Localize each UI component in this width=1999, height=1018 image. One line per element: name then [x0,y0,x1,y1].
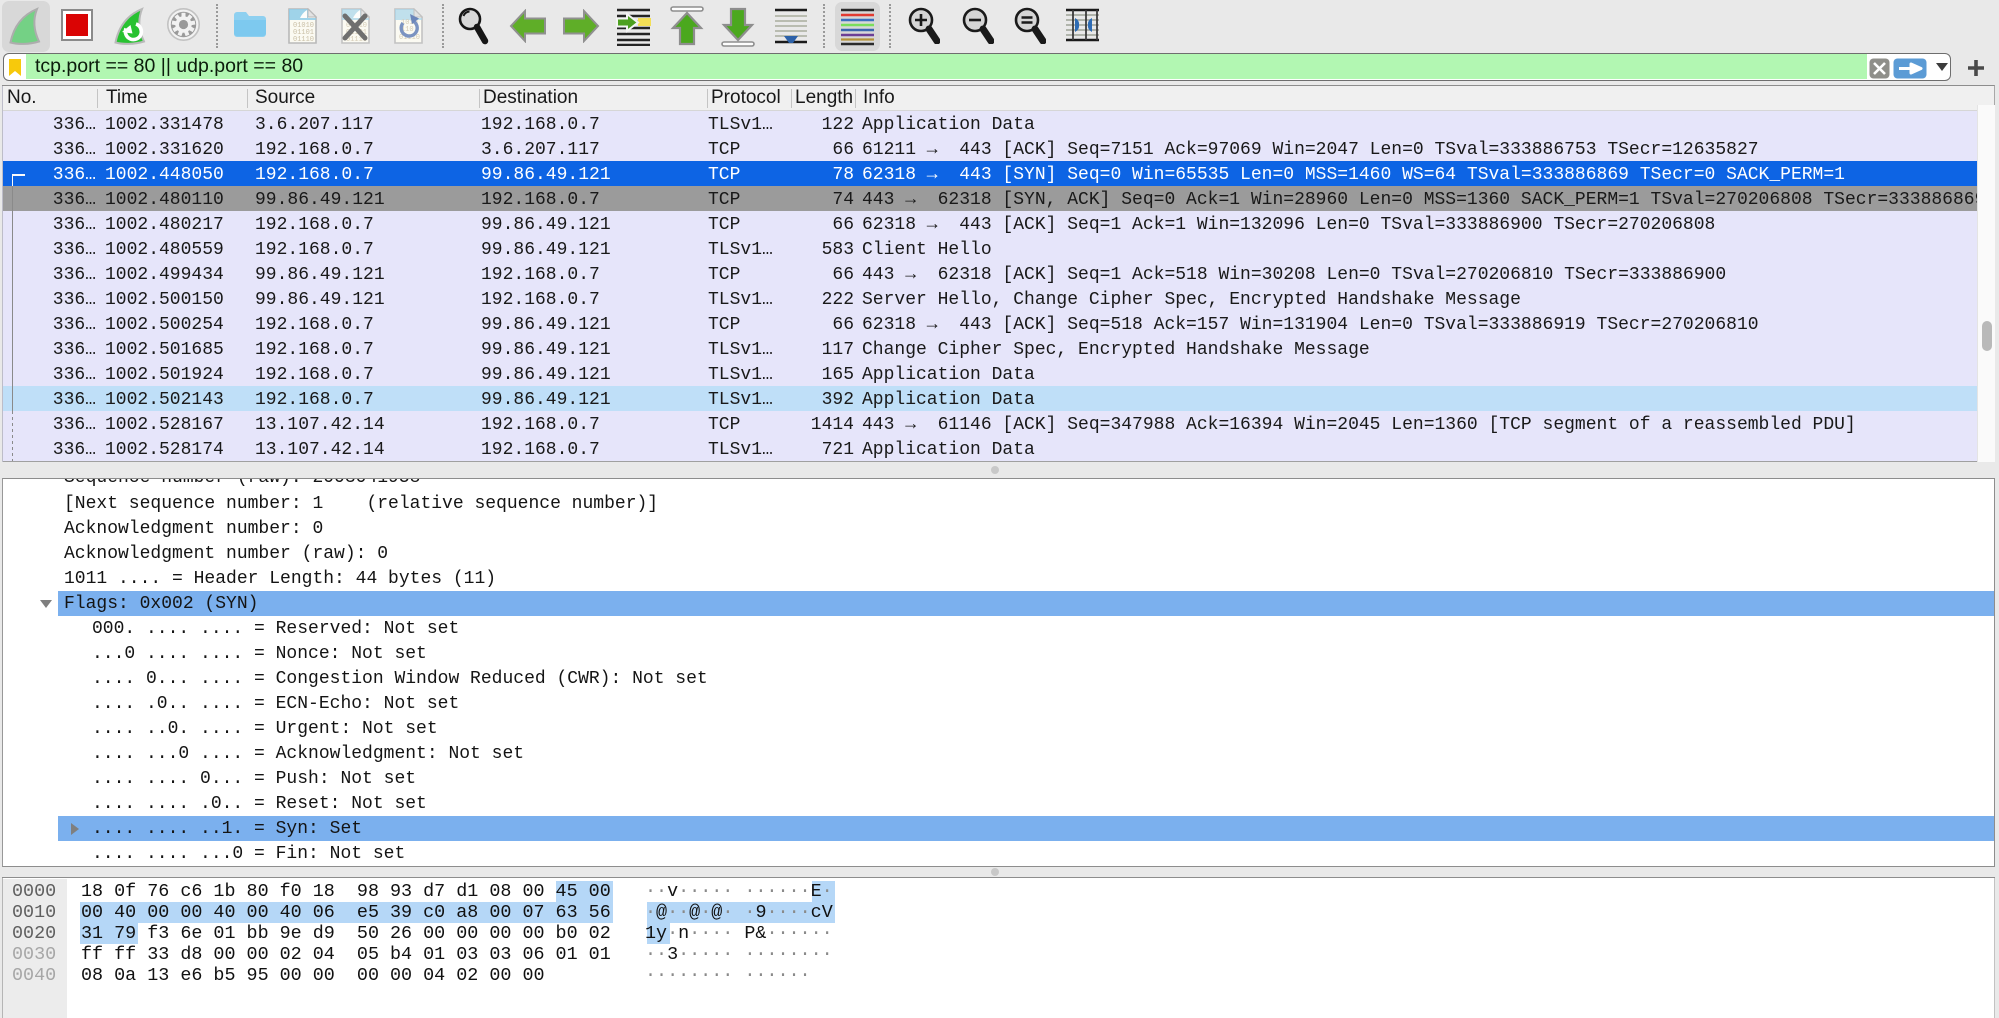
svg-text:01110: 01110 [293,36,314,44]
